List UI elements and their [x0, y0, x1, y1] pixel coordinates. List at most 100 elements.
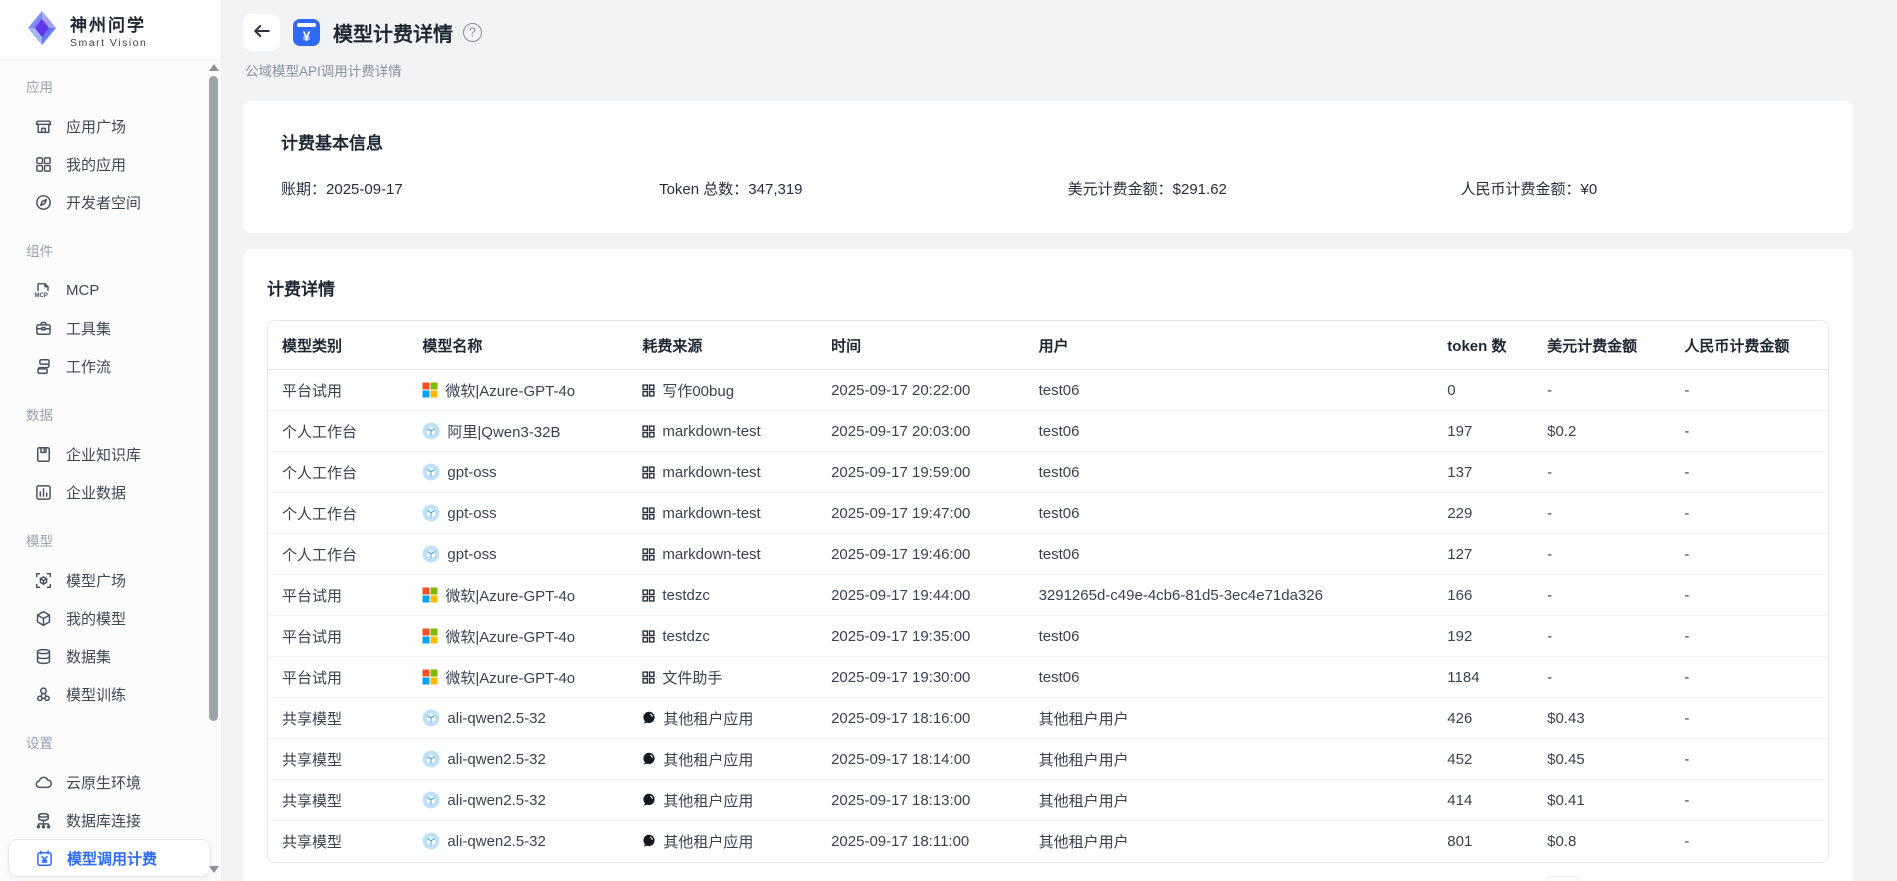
ai-model-icon	[422, 709, 440, 727]
table-row[interactable]: 平台试用微软|Azure-GPT-4otestdzc2025-09-17 19:…	[268, 616, 1828, 657]
cell-model: 微软|Azure-GPT-4o	[408, 575, 628, 616]
cell-tokens: 801	[1433, 821, 1533, 862]
cell-time: 2025-09-17 19:46:00	[817, 534, 1024, 575]
page-button[interactable]: 3	[1629, 876, 1661, 881]
cell-source: markdown-test	[628, 534, 817, 575]
main-content: ¥ 模型计费详情 ? 公域模型API调用计费详情 计费基本信息 账期：2025-…	[222, 0, 1897, 881]
sidebar-item-label: 企业知识库	[66, 444, 141, 465]
sidebar-item-cloud[interactable]: 云原生环境	[8, 763, 211, 801]
compass-icon	[34, 193, 52, 211]
sidebar-item-database[interactable]: 数据集	[8, 637, 211, 675]
sidebar-item-training[interactable]: 模型训练	[8, 675, 211, 713]
cell-model: 微软|Azure-GPT-4o	[408, 616, 628, 657]
sidebar-item-db-connect[interactable]: 数据库连接	[8, 801, 211, 839]
table-row[interactable]: 个人工作台gpt-ossmarkdown-test2025-09-17 19:4…	[268, 493, 1828, 534]
ai-model-icon	[422, 750, 440, 768]
sidebar-item-mcp[interactable]: MCPMCP	[8, 271, 211, 309]
page-title: 模型计费详情	[333, 18, 453, 47]
cell-usd: -	[1533, 370, 1670, 411]
table-row[interactable]: 平台试用微软|Azure-GPT-4o文件助手2025-09-17 19:30:…	[268, 657, 1828, 698]
model-cell: ali-qwen2.5-32	[422, 709, 624, 727]
sidebar-item-billing[interactable]: 模型调用计费	[8, 839, 211, 877]
cell-model: ali-qwen2.5-32	[408, 821, 628, 862]
model-cell: ali-qwen2.5-32	[422, 750, 624, 768]
cell-model: gpt-oss	[408, 493, 628, 534]
sidebar-section: 组件MCPMCP工具集工作流	[0, 243, 221, 385]
back-button[interactable]	[243, 14, 280, 51]
tenant-app-icon	[642, 834, 656, 848]
tenant-app-icon	[642, 793, 656, 807]
table-row[interactable]: 共享模型ali-qwen2.5-32其他租户应用2025-09-17 18:13…	[268, 780, 1828, 821]
sidebar-item-toolbox[interactable]: 工具集	[8, 309, 211, 347]
cell-user: 其他租户用户	[1025, 821, 1434, 862]
source-name: 文件助手	[662, 667, 722, 688]
cell-user: test06	[1025, 657, 1434, 698]
cell-time: 2025-09-17 18:14:00	[817, 739, 1024, 780]
table-row[interactable]: 个人工作台阿里|Qwen3-32Bmarkdown-test2025-09-17…	[268, 411, 1828, 452]
scrollbar-thumb[interactable]	[209, 76, 218, 721]
cell-category: 个人工作台	[268, 534, 408, 575]
page-button[interactable]: 2	[1588, 876, 1620, 881]
summary-field-value: 2025-09-17	[326, 181, 403, 198]
cell-category: 平台试用	[268, 370, 408, 411]
page-button[interactable]: 33	[1752, 876, 1784, 881]
sidebar-item-grid[interactable]: 我的应用	[8, 145, 211, 183]
cell-cny: -	[1670, 493, 1828, 534]
table-row[interactable]: 共享模型ali-qwen2.5-32其他租户应用2025-09-17 18:11…	[268, 821, 1828, 862]
sidebar-item-bar-chart[interactable]: 企业数据	[8, 473, 211, 511]
scrollbar-up-icon[interactable]	[209, 64, 219, 71]
sidebar-item-knowledge[interactable]: 企业知识库	[8, 435, 211, 473]
cell-source: testdzc	[628, 616, 817, 657]
cell-source: 写作00bug	[628, 370, 817, 411]
cell-time: 2025-09-17 18:13:00	[817, 780, 1024, 821]
sidebar-item-workflow[interactable]: 工作流	[8, 347, 211, 385]
model-name: ali-qwen2.5-32	[447, 833, 545, 850]
prev-page-button[interactable]: ‹	[1506, 876, 1538, 881]
cell-usd: -	[1533, 575, 1670, 616]
table-row[interactable]: 平台试用微软|Azure-GPT-4otestdzc2025-09-17 19:…	[268, 575, 1828, 616]
model-name: ali-qwen2.5-32	[447, 751, 545, 768]
sidebar-item-model-plaza[interactable]: 模型广场	[8, 561, 211, 599]
summary-field: 账期：2025-09-17	[281, 178, 659, 199]
cell-cny: -	[1670, 739, 1828, 780]
sidebar-item-compass[interactable]: 开发者空间	[8, 183, 211, 221]
cell-time: 2025-09-17 19:47:00	[817, 493, 1024, 534]
cell-user: test06	[1025, 370, 1434, 411]
sidebar-section-label: 模型	[26, 533, 221, 551]
cell-model: 微软|Azure-GPT-4o	[408, 370, 628, 411]
back-arrow-icon	[253, 22, 271, 43]
ai-model-icon	[422, 422, 440, 440]
tenant-app-icon	[642, 752, 656, 766]
ai-model-icon	[422, 504, 440, 522]
cell-source: 其他租户应用	[628, 698, 817, 739]
sidebar-item-storefront[interactable]: 应用广场	[8, 107, 211, 145]
sidebar-item-label: 云原生环境	[66, 772, 141, 793]
microsoft-logo-icon	[422, 382, 438, 398]
sidebar-item-label: 开发者空间	[66, 192, 141, 213]
database-icon	[34, 647, 52, 665]
source-name: markdown-test	[662, 423, 760, 440]
app-grid-icon	[642, 466, 655, 479]
next-page-button[interactable]: ›	[1793, 876, 1825, 881]
column-header: 耗费来源	[628, 321, 817, 370]
sidebar: 神州问学 Smart Vision 应用应用广场我的应用开发者空间组件MCPMC…	[0, 0, 222, 881]
cell-source: 其他租户应用	[628, 739, 817, 780]
page-button[interactable]: 1	[1547, 876, 1579, 881]
microsoft-logo-icon	[422, 628, 438, 644]
table-row[interactable]: 共享模型ali-qwen2.5-32其他租户应用2025-09-17 18:14…	[268, 739, 1828, 780]
sidebar-scrollbar[interactable]	[209, 61, 219, 881]
sidebar-item-cube[interactable]: 我的模型	[8, 599, 211, 637]
storefront-icon	[34, 117, 52, 135]
cell-model: ali-qwen2.5-32	[408, 780, 628, 821]
app-grid-icon	[642, 384, 655, 397]
column-header: token 数	[1433, 321, 1533, 370]
scrollbar-down-icon[interactable]	[209, 866, 219, 873]
table-row[interactable]: 个人工作台gpt-ossmarkdown-test2025-09-17 19:5…	[268, 452, 1828, 493]
table-row[interactable]: 个人工作台gpt-ossmarkdown-test2025-09-17 19:4…	[268, 534, 1828, 575]
table-row[interactable]: 共享模型ali-qwen2.5-32其他租户应用2025-09-17 18:16…	[268, 698, 1828, 739]
page-button[interactable]: 4	[1670, 876, 1702, 881]
cell-source: markdown-test	[628, 493, 817, 534]
app-grid-icon	[642, 630, 655, 643]
help-icon[interactable]: ?	[463, 23, 482, 42]
table-row[interactable]: 平台试用微软|Azure-GPT-4o写作00bug2025-09-17 20:…	[268, 370, 1828, 411]
